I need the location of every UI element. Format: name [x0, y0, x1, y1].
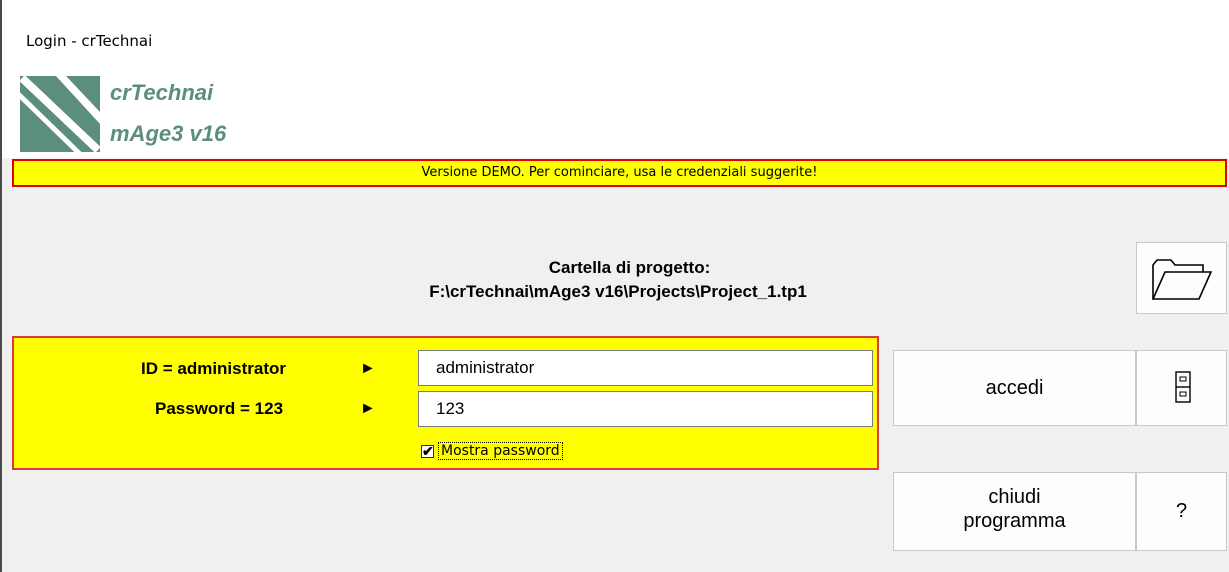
login-button[interactable]: accedi — [893, 350, 1136, 426]
id-arrow-icon: ► — [360, 360, 376, 377]
show-password-toggle[interactable]: ✔ Mostra password — [421, 440, 563, 462]
help-button[interactable]: ? — [1136, 472, 1227, 551]
password-hint-label: Password = 123 — [155, 399, 284, 418]
crtechnai-logo-icon — [20, 76, 100, 152]
project-folder-path: F:\crTechnai\mAge3 v16\Projects\Project_… — [429, 282, 807, 301]
browse-project-button[interactable] — [1136, 242, 1227, 314]
archive-button[interactable] — [1136, 350, 1227, 426]
show-password-checkbox[interactable]: ✔ — [421, 442, 434, 459]
project-folder-label: Cartella di progetto: — [548, 258, 711, 277]
demo-banner: Versione DEMO. Per cominciare, usa le cr… — [12, 159, 1227, 187]
user-id-input[interactable] — [418, 350, 873, 386]
password-arrow-icon: ► — [360, 400, 376, 417]
close-program-button[interactable]: chiudi programma — [893, 472, 1136, 551]
login-window: Login - crTechnai crTechnai mAge3 v16 Ve… — [0, 0, 1229, 572]
window-title: Login - crTechnai — [26, 32, 153, 50]
file-cabinet-icon — [1175, 371, 1191, 403]
password-input[interactable] — [418, 391, 873, 427]
folder-open-icon — [1151, 259, 1213, 300]
title-bar: Login - crTechnai — [2, 0, 1229, 64]
credentials-panel: ID = administrator ► Password = 123 ► ✔ … — [12, 336, 879, 470]
close-program-label-line1: chiudi — [988, 486, 1041, 508]
close-program-label-line2: programma — [963, 510, 1066, 532]
show-password-label[interactable]: Mostra password — [438, 442, 563, 460]
app-name-line1: crTechnai — [110, 80, 214, 105]
checkmark-icon: ✔ — [422, 442, 434, 459]
app-name-line2: mAge3 v16 — [110, 121, 227, 146]
id-hint-label: ID = administrator — [141, 359, 287, 378]
